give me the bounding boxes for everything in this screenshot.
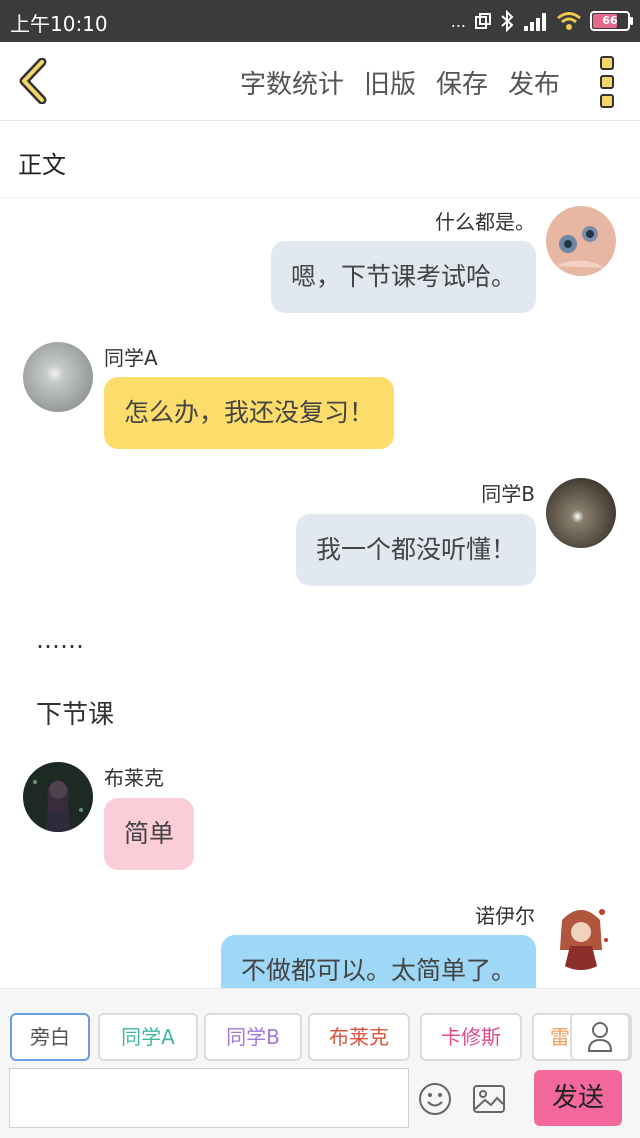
character-chip[interactable]: 布莱克 — [308, 1013, 410, 1061]
message-bubble[interactable]: 怎么办，我还没复习！ — [104, 377, 395, 449]
message-input[interactable] — [9, 1068, 409, 1128]
character-label: 同学B — [226, 1025, 280, 1049]
message-bubble[interactable]: 嗯，下节课考试哈。 — [270, 241, 536, 313]
more-dot — [600, 75, 614, 89]
bluetooth-icon — [501, 10, 514, 32]
screen-mirror-icon — [475, 13, 491, 29]
character-label: 布莱克 — [329, 1025, 389, 1049]
sender-name: 诺伊尔 — [475, 904, 535, 928]
message-text: 怎么办，我还没复习！ — [124, 398, 375, 427]
section-header: 正文 — [0, 121, 640, 198]
message-text: 不做都可以。太简单了。 — [240, 956, 516, 985]
save-button[interactable]: 保存 — [436, 64, 488, 101]
notification-dots: ... — [450, 11, 466, 31]
old-version-button[interactable]: 旧版 — [364, 64, 416, 101]
section-title: 正文 — [18, 151, 66, 179]
avatar[interactable] — [546, 478, 616, 548]
send-button[interactable]: 发送 — [534, 1070, 622, 1126]
message-text: 简单 — [124, 819, 175, 848]
sender-name: 同学A — [104, 346, 158, 370]
avatar[interactable] — [23, 762, 93, 832]
battery-icon: 66 — [590, 11, 633, 31]
character-chip[interactable]: 同学B — [204, 1013, 302, 1061]
toolbar-actions: 字数统计 旧版 保存 发布 — [240, 64, 560, 101]
person-icon — [587, 1022, 613, 1052]
input-bar: 发送 — [0, 1068, 640, 1138]
character-chip-narrator[interactable]: 旁白 — [10, 1013, 90, 1061]
avatar[interactable] — [546, 206, 616, 276]
more-menu-icon[interactable] — [600, 56, 616, 108]
character-label: 旁白 — [30, 1025, 70, 1049]
character-bar: 旁白 同学A 同学B 布莱克 卡修斯 雷 — [0, 988, 640, 1069]
sender-name: 什么都是。 — [435, 210, 535, 234]
more-dot — [600, 56, 614, 70]
status-bar: 上午10:10 ... 66 — [0, 0, 640, 42]
word-count-button[interactable]: 字数统计 — [240, 64, 344, 101]
message-text: 我一个都没听懂！ — [315, 535, 516, 564]
message-bubble[interactable]: 不做都可以。太简单了。 — [220, 935, 536, 988]
chat-area[interactable]: 什么都是。 嗯，下节课考试哈。 同学A 怎么办，我还没复习！ 同学B 我一个都没… — [0, 198, 640, 988]
narration-text: …… — [36, 626, 84, 654]
character-chip[interactable]: 卡修斯 — [420, 1013, 522, 1061]
message-text: 嗯，下节课考试哈。 — [290, 262, 516, 291]
toolbar: 字数统计 旧版 保存 发布 — [0, 42, 640, 121]
publish-button[interactable]: 发布 — [508, 64, 560, 101]
status-time: 上午10:10 — [10, 12, 108, 36]
more-dot — [600, 94, 614, 108]
wifi-icon — [557, 12, 581, 30]
message-bubble[interactable]: 我一个都没听懂！ — [295, 514, 536, 586]
character-label: 雷 — [550, 1025, 570, 1049]
message-bubble[interactable]: 简单 — [104, 798, 195, 870]
sender-name: 布莱克 — [104, 766, 164, 790]
character-chip[interactable]: 同学A — [98, 1013, 198, 1061]
character-label: 同学A — [121, 1025, 175, 1049]
emoji-icon[interactable] — [418, 1082, 452, 1116]
sender-name: 同学B — [481, 482, 535, 506]
battery-level: 66 — [602, 14, 618, 27]
character-manage-button[interactable] — [570, 1013, 630, 1061]
signal-icon — [524, 13, 546, 31]
avatar[interactable] — [546, 900, 616, 970]
narration-text: 下节课 — [36, 700, 115, 730]
character-label: 卡修斯 — [441, 1025, 501, 1049]
avatar[interactable] — [23, 342, 93, 412]
image-icon[interactable] — [472, 1084, 506, 1114]
status-icons: ... 66 — [450, 6, 633, 36]
back-arrow-icon[interactable] — [14, 58, 54, 104]
